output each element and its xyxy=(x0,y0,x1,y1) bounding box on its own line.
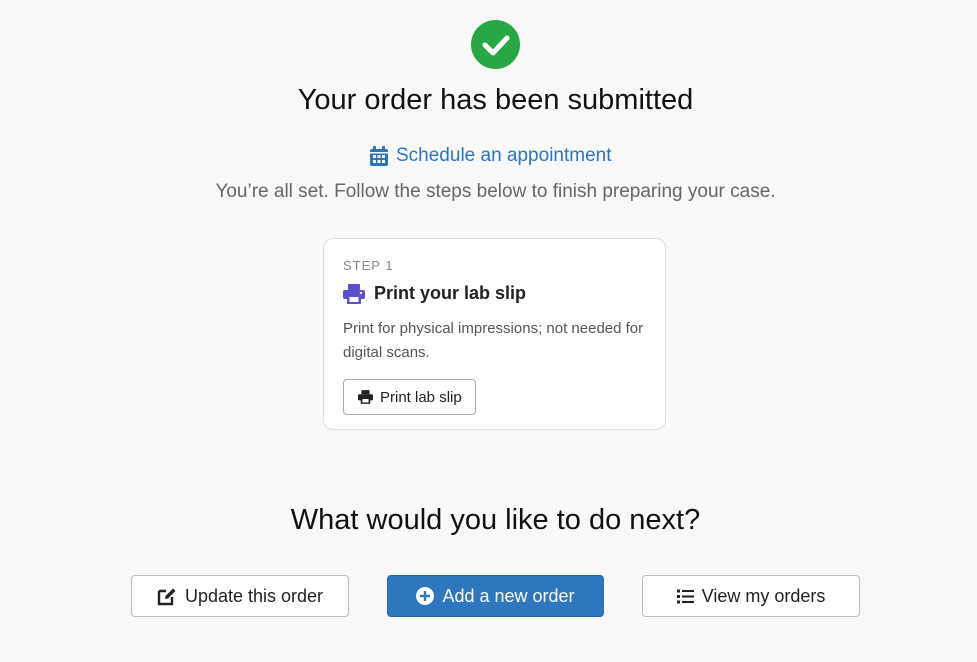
check-circle-icon xyxy=(471,20,520,69)
update-order-label[interactable]: Update this order xyxy=(185,586,323,607)
order-confirmation-page: Your order has been submitted Schedule a… xyxy=(0,0,977,662)
step-description: Print for physical impressions; not need… xyxy=(343,320,644,361)
add-new-order-label[interactable]: Add a new order xyxy=(442,586,574,607)
step-card: STEP 1 Print your lab slip Print for phy… xyxy=(323,238,666,430)
page-subtitle: You’re all set. Follow the steps below t… xyxy=(215,181,776,202)
step-label: STEP 1 xyxy=(343,258,394,273)
add-new-order-button[interactable]: Add a new order xyxy=(387,575,604,617)
edit-icon xyxy=(157,587,177,606)
view-my-orders-label[interactable]: View my orders xyxy=(702,586,826,607)
printer-icon xyxy=(358,390,373,404)
printer-icon xyxy=(343,283,365,304)
next-steps-heading: What would you like to do next? xyxy=(290,504,701,536)
print-lab-slip-button[interactable]: Print lab slip xyxy=(343,379,476,415)
page-title: Your order has been submitted xyxy=(297,84,694,116)
calendar-icon xyxy=(370,146,388,166)
list-icon xyxy=(676,589,694,604)
update-order-button[interactable]: Update this order xyxy=(131,575,349,617)
plus-circle-icon xyxy=(416,587,435,605)
step-title: Print your lab slip xyxy=(374,283,527,303)
schedule-appointment-link[interactable]: Schedule an appointment xyxy=(370,145,612,167)
step-title-row: Print your lab slip xyxy=(343,283,646,304)
schedule-appointment-label[interactable]: Schedule an appointment xyxy=(396,145,612,167)
view-my-orders-button[interactable]: View my orders xyxy=(642,575,860,617)
print-lab-slip-label[interactable]: Print lab slip xyxy=(380,389,462,406)
